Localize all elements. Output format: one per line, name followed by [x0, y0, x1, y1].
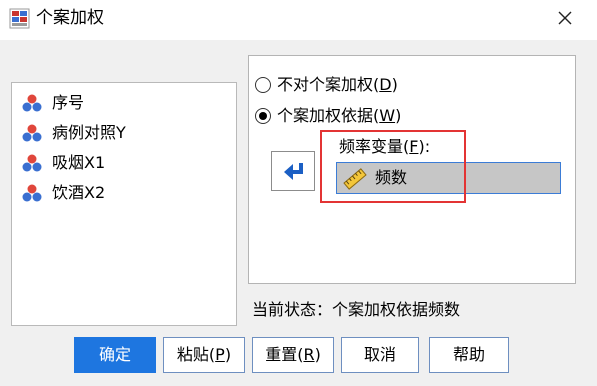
nominal-variable-icon: [22, 124, 42, 142]
variable-label: 病例对照Y: [52, 123, 126, 142]
move-variable-button[interactable]: [271, 151, 315, 191]
frequency-variable-label: 频率变量(F):: [339, 137, 431, 156]
reset-button[interactable]: 重置(R): [252, 337, 334, 373]
do-not-weight-label: 不对个案加权(D): [277, 75, 398, 94]
variable-list[interactable]: 序号 病例对照Y 吸烟X1 饮酒X2: [11, 82, 237, 326]
weight-by-label: 个案加权依据(W): [277, 106, 402, 125]
window-title: 个案加权: [36, 8, 104, 28]
variable-label: 序号: [52, 93, 85, 112]
scale-ruler-icon: [343, 168, 367, 190]
cancel-button[interactable]: 取消: [341, 337, 419, 373]
radio-circle-checked[interactable]: [255, 108, 271, 124]
frequency-variable-field[interactable]: 频数: [336, 162, 561, 194]
radio-circle[interactable]: [255, 77, 271, 93]
move-left-arrow-icon: [284, 163, 303, 180]
title-bar: 个案加权: [0, 0, 597, 40]
help-button[interactable]: 帮助: [429, 337, 509, 373]
frequency-variable-value: 频数: [375, 168, 408, 187]
nominal-variable-icon: [22, 94, 42, 112]
current-status: 当前状态：个案加权依据频数: [252, 300, 461, 319]
close-icon: [558, 11, 572, 25]
variable-label: 吸烟X1: [52, 153, 106, 172]
nominal-variable-icon: [22, 184, 42, 202]
close-button[interactable]: [541, 0, 589, 36]
paste-button[interactable]: 粘贴(P): [163, 337, 245, 373]
ok-button[interactable]: 确定: [74, 337, 156, 373]
variable-label: 饮酒X2: [52, 183, 106, 202]
weight-cases-app-icon: [9, 8, 30, 29]
nominal-variable-icon: [22, 154, 42, 172]
